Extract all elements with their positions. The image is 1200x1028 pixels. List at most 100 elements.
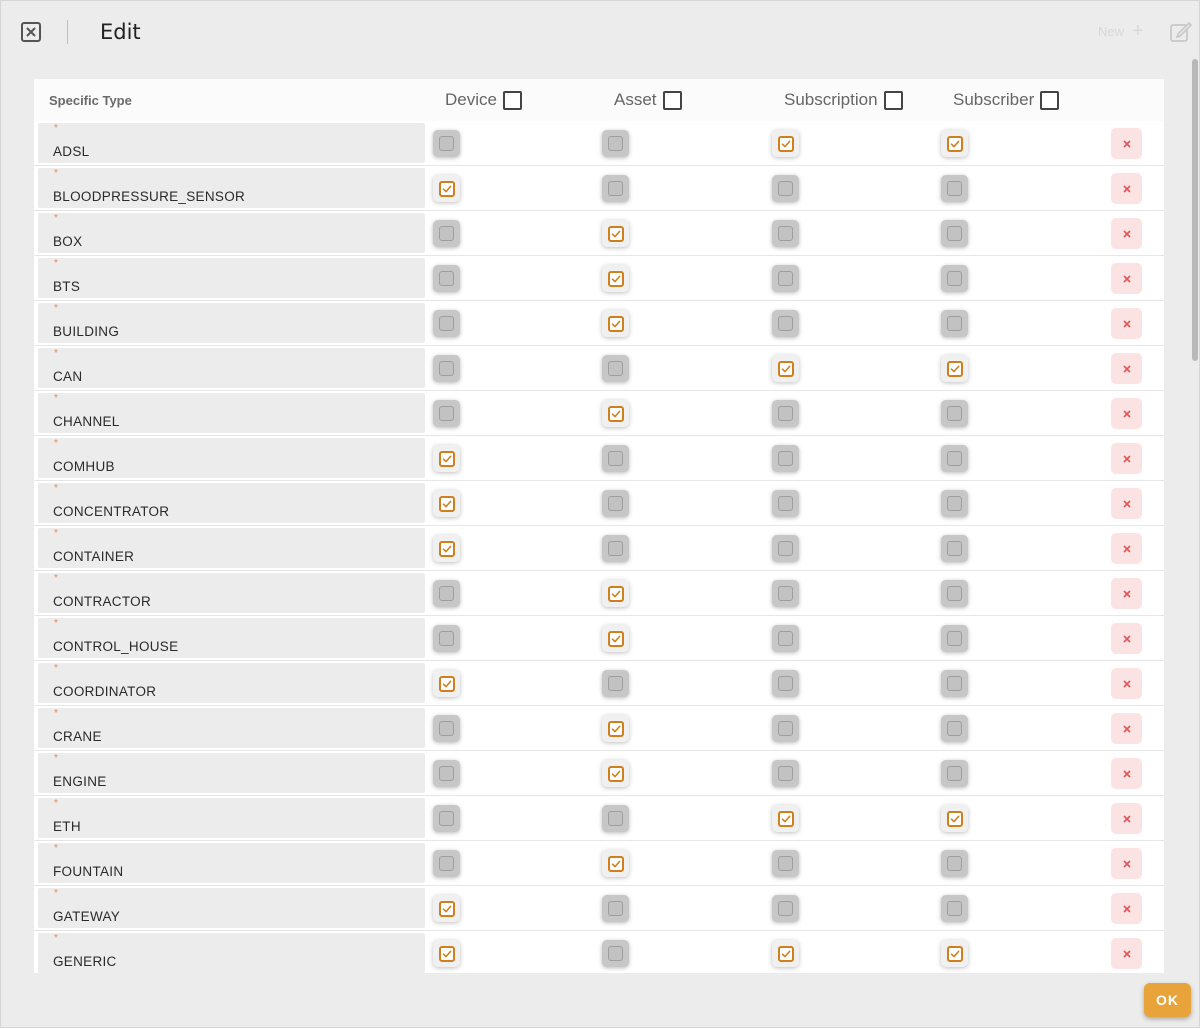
close-button[interactable] [21,22,41,42]
subscription-checkbox[interactable] [772,220,799,247]
device-checkbox[interactable] [433,850,460,877]
asset-checkbox[interactable] [602,445,629,472]
asset-checkbox[interactable] [602,850,629,877]
subscription-checkbox[interactable] [772,175,799,202]
delete-row-button[interactable] [1111,803,1142,834]
asset-checkbox[interactable] [602,400,629,427]
specific-type-input[interactable]: * BUILDING [38,303,425,343]
select-all-subscription-checkbox[interactable] [883,90,903,110]
subscription-checkbox[interactable] [772,445,799,472]
device-checkbox[interactable] [433,715,460,742]
specific-type-input[interactable]: * CHANNEL [38,393,425,433]
subscription-checkbox[interactable] [772,355,799,382]
delete-row-button[interactable] [1111,488,1142,519]
subscription-checkbox[interactable] [772,310,799,337]
delete-row-button[interactable] [1111,758,1142,789]
asset-checkbox[interactable] [602,760,629,787]
subscription-checkbox[interactable] [772,535,799,562]
asset-checkbox[interactable] [602,175,629,202]
specific-type-input[interactable]: * CAN [38,348,425,388]
specific-type-input[interactable]: * BTS [38,258,425,298]
subscription-checkbox[interactable] [772,400,799,427]
specific-type-input[interactable]: * ETH [38,798,425,838]
delete-row-button[interactable] [1111,623,1142,654]
asset-checkbox[interactable] [602,670,629,697]
subscription-checkbox[interactable] [772,130,799,157]
device-checkbox[interactable] [433,940,460,967]
asset-checkbox[interactable] [602,625,629,652]
delete-row-button[interactable] [1111,938,1142,969]
device-checkbox[interactable] [433,625,460,652]
subscription-checkbox[interactable] [772,715,799,742]
delete-row-button[interactable] [1111,173,1142,204]
subscription-checkbox[interactable] [772,805,799,832]
device-checkbox[interactable] [433,175,460,202]
subscription-checkbox[interactable] [772,580,799,607]
delete-row-button[interactable] [1111,578,1142,609]
device-checkbox[interactable] [433,265,460,292]
subscriber-checkbox[interactable] [941,310,968,337]
subscriber-checkbox[interactable] [941,850,968,877]
asset-checkbox[interactable] [602,580,629,607]
subscriber-checkbox[interactable] [941,220,968,247]
device-checkbox[interactable] [433,130,460,157]
subscriber-checkbox[interactable] [941,670,968,697]
specific-type-input[interactable]: * COMHUB [38,438,425,478]
specific-type-input[interactable]: * ENGINE [38,753,425,793]
asset-checkbox[interactable] [602,130,629,157]
asset-checkbox[interactable] [602,805,629,832]
subscriber-checkbox[interactable] [941,535,968,562]
device-checkbox[interactable] [433,445,460,472]
asset-checkbox[interactable] [602,310,629,337]
subscription-checkbox[interactable] [772,670,799,697]
delete-row-button[interactable] [1111,893,1142,924]
asset-checkbox[interactable] [602,490,629,517]
specific-type-input[interactable]: * COORDINATOR [38,663,425,703]
device-checkbox[interactable] [433,760,460,787]
specific-type-input[interactable]: * BLOODPRESSURE_SENSOR [38,168,425,208]
asset-checkbox[interactable] [602,265,629,292]
new-button[interactable]: New + [1098,21,1144,41]
delete-row-button[interactable] [1111,308,1142,339]
subscriber-checkbox[interactable] [941,445,968,472]
subscription-checkbox[interactable] [772,490,799,517]
asset-checkbox[interactable] [602,220,629,247]
asset-checkbox[interactable] [602,535,629,562]
delete-row-button[interactable] [1111,263,1142,294]
subscription-checkbox[interactable] [772,760,799,787]
device-checkbox[interactable] [433,580,460,607]
delete-row-button[interactable] [1111,353,1142,384]
device-checkbox[interactable] [433,805,460,832]
specific-type-input[interactable]: * CONCENTRATOR [38,483,425,523]
asset-checkbox[interactable] [602,940,629,967]
delete-row-button[interactable] [1111,443,1142,474]
subscriber-checkbox[interactable] [941,400,968,427]
subscriber-checkbox[interactable] [941,580,968,607]
asset-checkbox[interactable] [602,355,629,382]
subscription-checkbox[interactable] [772,625,799,652]
delete-row-button[interactable] [1111,713,1142,744]
subscriber-checkbox[interactable] [941,175,968,202]
device-checkbox[interactable] [433,670,460,697]
subscription-checkbox[interactable] [772,940,799,967]
delete-row-button[interactable] [1111,128,1142,159]
select-all-asset-checkbox[interactable] [662,90,682,110]
edit-button[interactable] [1169,20,1193,44]
select-all-subscriber-checkbox[interactable] [1040,90,1060,110]
subscriber-checkbox[interactable] [941,760,968,787]
select-all-device-checkbox[interactable] [502,90,522,110]
subscription-checkbox[interactable] [772,850,799,877]
device-checkbox[interactable] [433,895,460,922]
specific-type-input[interactable]: * CONTROL_HOUSE [38,618,425,658]
subscriber-checkbox[interactable] [941,895,968,922]
subscriber-checkbox[interactable] [941,490,968,517]
specific-type-input[interactable]: * CRANE [38,708,425,748]
device-checkbox[interactable] [433,400,460,427]
specific-type-input[interactable]: * BOX [38,213,425,253]
subscriber-checkbox[interactable] [941,355,968,382]
delete-row-button[interactable] [1111,218,1142,249]
specific-type-input[interactable]: * GATEWAY [38,888,425,928]
subscriber-checkbox[interactable] [941,715,968,742]
subscription-checkbox[interactable] [772,265,799,292]
subscriber-checkbox[interactable] [941,940,968,967]
